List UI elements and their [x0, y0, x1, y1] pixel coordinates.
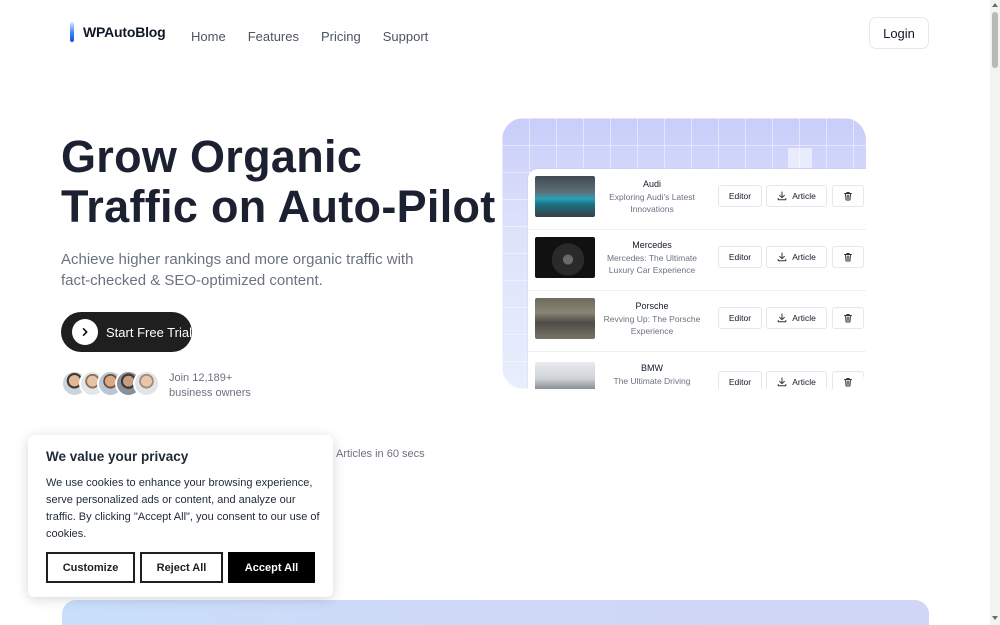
scroll-down-arrow-icon[interactable]: [992, 616, 998, 620]
delete-button[interactable]: [832, 307, 864, 329]
avatar-group: [61, 370, 160, 397]
delete-button[interactable]: [832, 246, 864, 268]
social-proof-caption: business owners: [169, 387, 251, 399]
editor-button[interactable]: Editor: [718, 185, 762, 207]
row-title: Revving Up: The Porsche Experience: [603, 314, 701, 336]
main-nav: Home Features Pricing Support: [191, 29, 450, 44]
article-label: Article: [792, 377, 816, 387]
car-thumbnail: [535, 362, 595, 389]
login-button[interactable]: Login: [869, 17, 929, 49]
row-brand: BMW: [641, 363, 663, 373]
scroll-thumb[interactable]: [992, 12, 998, 68]
reject-all-button[interactable]: Reject All: [140, 552, 223, 583]
page-scrollbar[interactable]: [990, 0, 1000, 625]
trash-icon: [844, 192, 852, 201]
cookie-title: We value your privacy: [46, 449, 189, 464]
editor-button[interactable]: Editor: [718, 246, 762, 268]
row-brand: Mercedes: [632, 240, 672, 250]
row-title: The Ultimate Driving Machine: BMW's Late…: [607, 376, 696, 389]
logo-text: WPAutoBlog: [83, 24, 166, 40]
nav-support[interactable]: Support: [383, 29, 429, 44]
table-row: Porsche Revving Up: The Porsche Experien…: [528, 291, 866, 352]
hero-title-line1: Grow Organic: [61, 131, 363, 182]
trash-icon: [844, 253, 852, 262]
preview-grid-highlight: [788, 148, 812, 168]
download-icon: [777, 313, 787, 323]
editor-button[interactable]: Editor: [718, 371, 762, 389]
download-icon: [777, 252, 787, 262]
download-icon: [777, 191, 787, 201]
accept-all-button[interactable]: Accept All: [228, 552, 315, 583]
social-proof-count: Join 12,189+: [169, 372, 233, 384]
article-label: Article: [792, 313, 816, 323]
delete-button[interactable]: [832, 185, 864, 207]
scroll-up-arrow-icon[interactable]: [992, 3, 998, 7]
articles-table: Audi Exploring Audi's Latest Innovations…: [528, 169, 866, 389]
logo-mark-icon: [70, 22, 74, 42]
logo[interactable]: WPAutoBlog: [70, 22, 166, 42]
row-info: Audi Exploring Audi's Latest Innovations: [600, 179, 704, 215]
car-thumbnail: [535, 237, 595, 278]
article-download-button[interactable]: Article: [766, 185, 827, 207]
customize-button[interactable]: Customize: [46, 552, 135, 583]
car-thumbnail: [535, 298, 595, 339]
row-brand: Porsche: [635, 301, 669, 311]
row-brand: Audi: [642, 179, 661, 189]
cookie-text: We use cookies to enhance your browsing …: [46, 477, 320, 540]
table-row: BMW The Ultimate Driving Machine: BMW's …: [528, 352, 866, 389]
car-thumbnail: [535, 176, 595, 217]
table-row: Mercedes Mercedes: The Ultimate Luxury C…: [528, 230, 866, 291]
article-download-button[interactable]: Article: [766, 371, 827, 389]
cookie-consent-banner: We value your privacy We use cookies to …: [28, 435, 333, 597]
row-info: BMW The Ultimate Driving Machine: BMW's …: [600, 363, 704, 389]
row-title: Mercedes: The Ultimate Luxury Car Experi…: [606, 253, 698, 275]
chevron-right-icon: [72, 319, 98, 345]
trash-icon: [844, 314, 852, 323]
row-title: Exploring Audi's Latest Innovations: [609, 192, 695, 214]
row-info: Porsche Revving Up: The Porsche Experien…: [600, 301, 704, 337]
hero-title: Grow Organic Traffic on Auto-Pilot: [61, 132, 501, 232]
hero-title-line2: Traffic on Auto-Pilot: [61, 181, 496, 232]
article-label: Article: [792, 252, 816, 262]
articles-stat-text: Articles in 60 secs: [336, 448, 425, 460]
nav-pricing[interactable]: Pricing: [321, 29, 361, 44]
table-row: Audi Exploring Audi's Latest Innovations…: [528, 169, 866, 230]
article-label: Article: [792, 191, 816, 201]
start-free-trial-label: Start Free Trial: [106, 324, 192, 340]
social-proof-text: Join 12,189+ business owners: [169, 371, 251, 401]
article-download-button[interactable]: Article: [766, 307, 827, 329]
trash-icon: [844, 378, 852, 387]
feature-section-band: [62, 600, 929, 625]
article-download-button[interactable]: Article: [766, 246, 827, 268]
nav-home[interactable]: Home: [191, 29, 226, 44]
product-preview: Audi Exploring Audi's Latest Innovations…: [502, 118, 866, 389]
avatar: [133, 370, 160, 397]
start-free-trial-button[interactable]: Start Free Trial: [61, 312, 192, 352]
hero-subtitle: Achieve higher rankings and more organic…: [61, 251, 414, 289]
nav-features[interactable]: Features: [248, 29, 299, 44]
row-info: Mercedes Mercedes: The Ultimate Luxury C…: [600, 240, 704, 276]
download-icon: [777, 377, 787, 387]
delete-button[interactable]: [832, 371, 864, 389]
editor-button[interactable]: Editor: [718, 307, 762, 329]
